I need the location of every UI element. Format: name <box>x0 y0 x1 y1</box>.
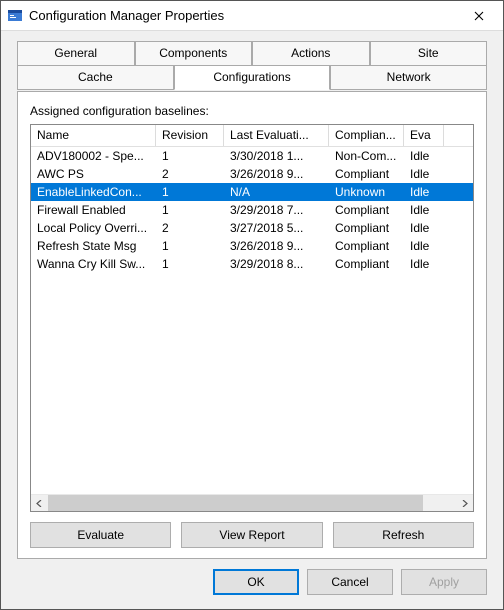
tab-row-2: CacheConfigurationsNetwork <box>17 65 487 89</box>
scroll-right-icon[interactable] <box>456 495 473 512</box>
cell-eval-state: Idle <box>404 256 444 272</box>
cell-last-eval: 3/27/2018 5... <box>224 220 329 236</box>
table-row[interactable]: Wanna Cry Kill Sw...13/29/2018 8...Compl… <box>31 255 473 273</box>
cell-name: EnableLinkedCon... <box>31 184 156 200</box>
cell-eval-state: Idle <box>404 166 444 182</box>
dialog-button-row: OK Cancel Apply <box>17 559 487 599</box>
ok-button[interactable]: OK <box>213 569 299 595</box>
cell-name: ADV180002 - Spe... <box>31 148 156 164</box>
properties-dialog: Configuration Manager Properties General… <box>0 0 504 610</box>
tab-general[interactable]: General <box>17 41 135 66</box>
tab-cache[interactable]: Cache <box>17 65 174 90</box>
cell-last-eval: 3/26/2018 9... <box>224 166 329 182</box>
cell-last-eval: 3/30/2018 1... <box>224 148 329 164</box>
dialog-body: GeneralComponentsActionsSite CacheConfig… <box>1 31 503 609</box>
listview-header: Name Revision Last Evaluati... Complian.… <box>31 125 473 147</box>
col-header-last-eval[interactable]: Last Evaluati... <box>224 125 329 146</box>
table-row[interactable]: AWC PS23/26/2018 9...CompliantIdle <box>31 165 473 183</box>
table-row[interactable]: Firewall Enabled13/29/2018 7...Compliant… <box>31 201 473 219</box>
horizontal-scrollbar[interactable] <box>31 494 473 511</box>
cell-revision: 1 <box>156 256 224 272</box>
cell-name: Refresh State Msg <box>31 238 156 254</box>
table-row[interactable]: ADV180002 - Spe...13/30/2018 1...Non-Com… <box>31 147 473 165</box>
cell-revision: 2 <box>156 220 224 236</box>
close-icon <box>474 8 484 24</box>
cell-eval-state: Idle <box>404 184 444 200</box>
cell-revision: 1 <box>156 238 224 254</box>
tab-configurations[interactable]: Configurations <box>174 65 331 90</box>
cell-compliance: Compliant <box>329 202 404 218</box>
cell-last-eval: 3/26/2018 9... <box>224 238 329 254</box>
scroll-track[interactable] <box>48 495 456 511</box>
table-row[interactable]: Refresh State Msg13/26/2018 9...Complian… <box>31 237 473 255</box>
col-header-eval-state[interactable]: Eva <box>404 125 444 146</box>
tab-panel-configurations: Assigned configuration baselines: Name R… <box>17 91 487 559</box>
tab-network[interactable]: Network <box>330 65 487 90</box>
cell-compliance: Compliant <box>329 256 404 272</box>
col-header-compliance[interactable]: Complian... <box>329 125 404 146</box>
listview-body: ADV180002 - Spe...13/30/2018 1...Non-Com… <box>31 147 473 494</box>
col-header-revision[interactable]: Revision <box>156 125 224 146</box>
table-row[interactable]: EnableLinkedCon...1N/AUnknownIdle <box>31 183 473 201</box>
titlebar: Configuration Manager Properties <box>1 1 503 31</box>
cell-revision: 2 <box>156 166 224 182</box>
scroll-left-icon[interactable] <box>31 495 48 512</box>
cell-name: Wanna Cry Kill Sw... <box>31 256 156 272</box>
cell-revision: 1 <box>156 184 224 200</box>
tab-site[interactable]: Site <box>370 41 488 66</box>
baselines-label: Assigned configuration baselines: <box>30 104 474 118</box>
cancel-button[interactable]: Cancel <box>307 569 393 595</box>
col-header-name[interactable]: Name <box>31 125 156 146</box>
cell-compliance: Unknown <box>329 184 404 200</box>
baselines-listview[interactable]: Name Revision Last Evaluati... Complian.… <box>30 124 474 512</box>
refresh-button[interactable]: Refresh <box>333 522 474 548</box>
cell-revision: 1 <box>156 202 224 218</box>
cell-revision: 1 <box>156 148 224 164</box>
table-row[interactable]: Local Policy Overri...23/27/2018 5...Com… <box>31 219 473 237</box>
apply-button[interactable]: Apply <box>401 569 487 595</box>
cell-compliance: Non-Com... <box>329 148 404 164</box>
cell-last-eval: N/A <box>224 184 329 200</box>
cell-eval-state: Idle <box>404 238 444 254</box>
cell-name: Local Policy Overri... <box>31 220 156 236</box>
cell-last-eval: 3/29/2018 8... <box>224 256 329 272</box>
close-button[interactable] <box>459 2 499 30</box>
cell-eval-state: Idle <box>404 220 444 236</box>
tab-actions[interactable]: Actions <box>252 41 370 66</box>
cell-eval-state: Idle <box>404 202 444 218</box>
cell-eval-state: Idle <box>404 148 444 164</box>
tab-strip: GeneralComponentsActionsSite CacheConfig… <box>17 41 487 89</box>
cell-compliance: Compliant <box>329 220 404 236</box>
panel-button-row: Evaluate View Report Refresh <box>30 512 474 548</box>
tab-row-1: GeneralComponentsActionsSite <box>17 41 487 65</box>
cell-last-eval: 3/29/2018 7... <box>224 202 329 218</box>
view-report-button[interactable]: View Report <box>181 522 322 548</box>
tab-components[interactable]: Components <box>135 41 253 66</box>
window-title: Configuration Manager Properties <box>29 8 459 23</box>
cell-name: Firewall Enabled <box>31 202 156 218</box>
scroll-thumb[interactable] <box>48 495 423 511</box>
cell-name: AWC PS <box>31 166 156 182</box>
evaluate-button[interactable]: Evaluate <box>30 522 171 548</box>
app-icon <box>7 8 23 24</box>
cell-compliance: Compliant <box>329 166 404 182</box>
cell-compliance: Compliant <box>329 238 404 254</box>
